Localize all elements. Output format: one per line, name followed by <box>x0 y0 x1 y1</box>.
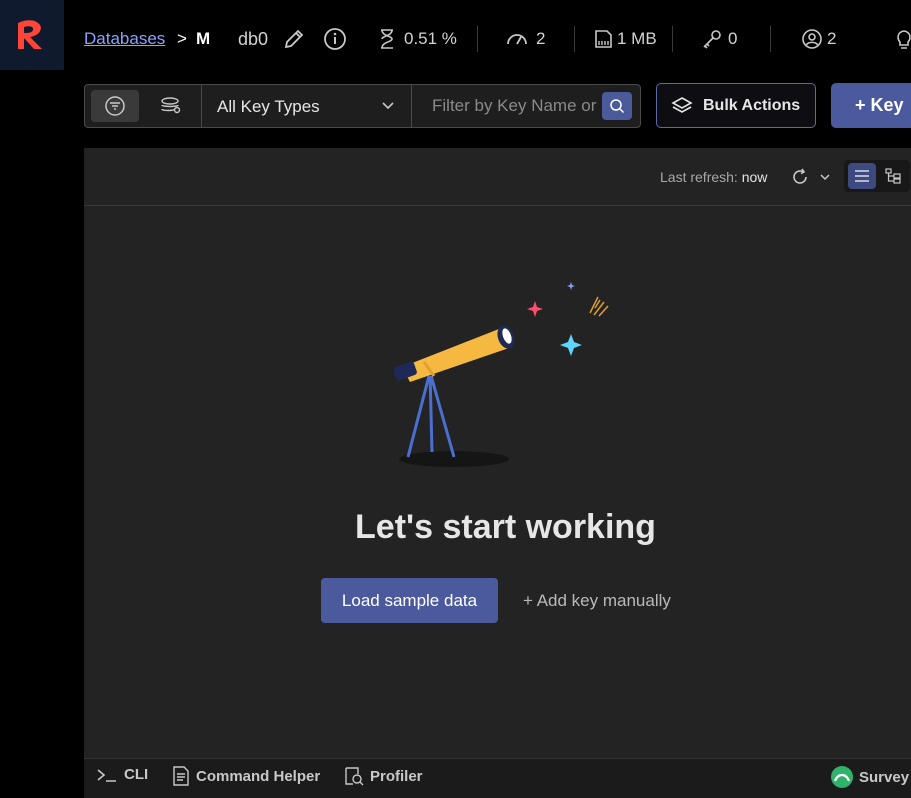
cli-label: CLI <box>124 766 149 783</box>
memory-icon <box>595 30 612 48</box>
filter-icon <box>105 96 125 116</box>
lightbulb-icon[interactable] <box>892 27 911 51</box>
view-toggle <box>844 160 910 192</box>
telescope-illustration <box>394 282 609 467</box>
key-type-label: All Key Types <box>217 97 320 116</box>
chevron-down-icon <box>382 102 394 110</box>
memory-stat: 1 MB <box>617 29 657 48</box>
top-bar: Databases > M db0 0.51 % 2 1 MB 0 2 <box>64 0 911 78</box>
survey-label: Survey <box>859 768 910 786</box>
info-icon[interactable] <box>323 27 347 51</box>
command-helper-button[interactable]: Command Helper <box>172 766 320 786</box>
app-logo[interactable] <box>0 0 64 70</box>
load-sample-data-button[interactable]: Load sample data <box>321 578 498 623</box>
bulk-actions-label: Bulk Actions <box>703 96 801 114</box>
key-icon <box>703 30 721 49</box>
refresh-icon[interactable] <box>790 167 810 187</box>
add-key-manually-link[interactable]: + Add key manually <box>523 591 671 611</box>
search-button[interactable] <box>602 92 632 120</box>
cli-button[interactable]: CLI <box>96 766 148 783</box>
profiler-button[interactable]: Profiler <box>344 766 423 786</box>
filter-mode-button[interactable] <box>91 90 139 122</box>
layers-search-icon <box>161 97 181 114</box>
ops-stat: 2 <box>536 29 546 48</box>
divider <box>672 26 673 52</box>
breadcrumb-current-db: M <box>196 29 211 48</box>
key-name-filter-input[interactable] <box>417 89 603 123</box>
ops-gauge-icon <box>507 34 527 45</box>
last-refresh-label: Last refresh: <box>660 169 738 185</box>
empty-state-title: Let's start working <box>355 508 656 546</box>
divider <box>770 26 771 52</box>
last-refresh-text: Last refresh: now <box>660 169 767 185</box>
breadcrumb-separator: > <box>177 29 187 48</box>
add-key-button[interactable]: + Key <box>831 83 911 128</box>
document-icon <box>173 766 189 786</box>
cpu-hourglass-icon <box>381 29 393 49</box>
bulk-actions-button[interactable]: Bulk Actions <box>656 83 816 128</box>
edit-pencil-icon[interactable] <box>282 27 306 51</box>
layers-icon <box>671 96 693 113</box>
tree-view-button[interactable] <box>880 163 906 189</box>
keys-stat: 0 <box>728 29 738 48</box>
list-view-button[interactable] <box>848 163 876 189</box>
survey-icon <box>831 766 853 788</box>
profiler-icon <box>345 767 364 786</box>
db-index-label: db0 <box>238 29 269 49</box>
redis-logo-icon <box>18 20 42 49</box>
command-helper-label: Command Helper <box>196 767 321 785</box>
breadcrumb-databases-link[interactable]: Databases <box>84 29 165 49</box>
panel-header: Last refresh: now <box>84 148 911 206</box>
tree-icon <box>885 168 901 184</box>
cpu-stat: 0.51 % <box>404 29 457 48</box>
profiler-label: Profiler <box>370 767 423 785</box>
key-list-panel: Last refresh: now Let's start working Lo… <box>84 148 911 758</box>
auto-refresh-chevron-icon[interactable] <box>819 171 831 183</box>
key-type-select[interactable]: All Key Types <box>201 85 412 127</box>
clients-user-icon <box>802 29 822 49</box>
bottom-bar: CLI Command Helper Profiler Survey <box>84 758 911 798</box>
search-icon <box>610 99 625 114</box>
divider <box>477 26 478 52</box>
list-icon <box>855 170 869 182</box>
last-refresh-value: now <box>741 169 768 185</box>
survey-button[interactable]: Survey <box>831 766 909 788</box>
terminal-icon <box>97 768 116 782</box>
key-filter-group: All Key Types <box>84 84 641 128</box>
divider <box>574 26 575 52</box>
search-mode-button[interactable] <box>147 90 195 122</box>
clients-stat: 2 <box>827 29 837 48</box>
